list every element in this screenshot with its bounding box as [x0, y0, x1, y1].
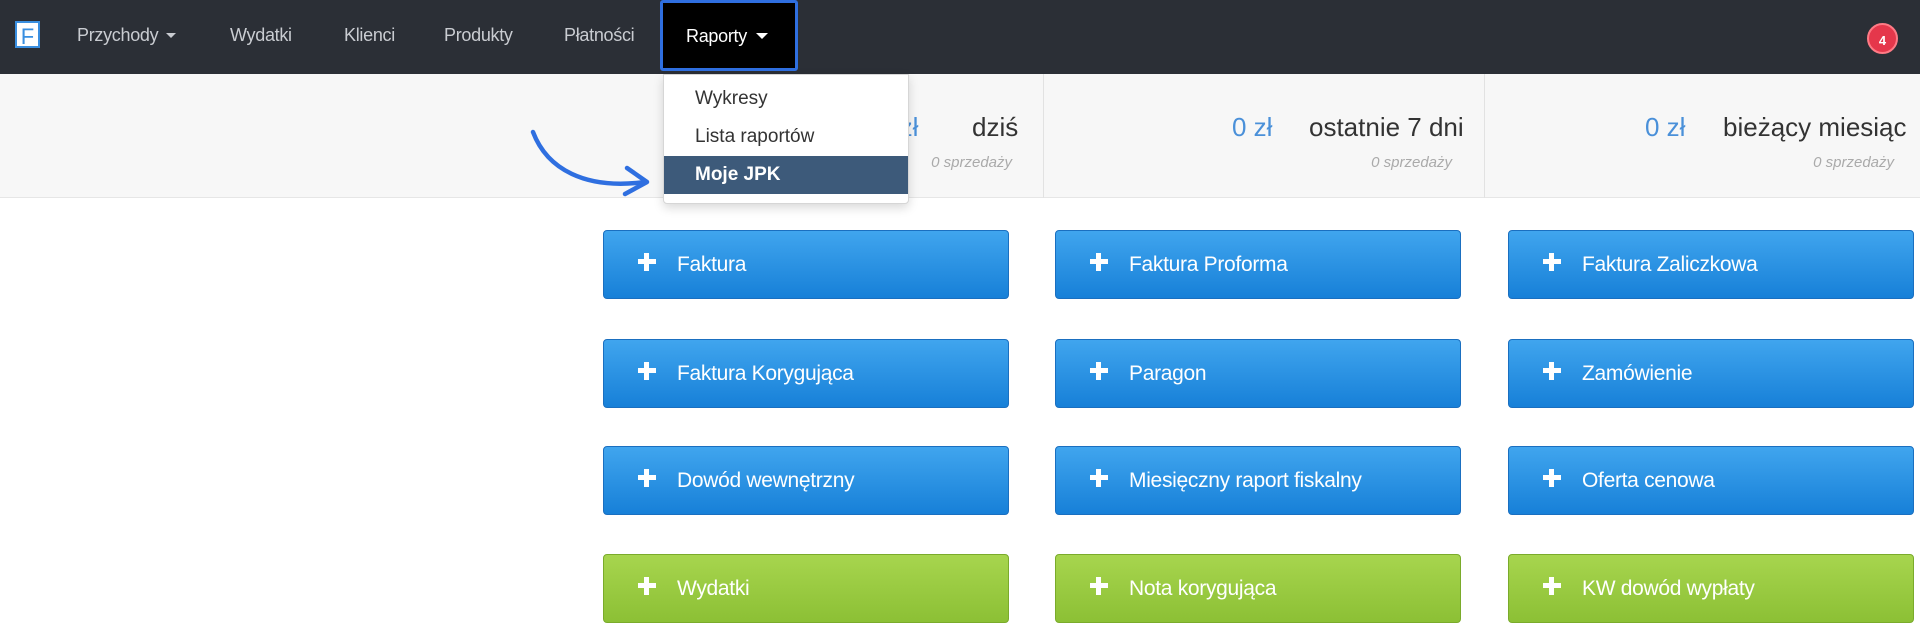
button-label: Faktura Korygująca [677, 362, 854, 385]
plus-icon [1543, 469, 1561, 487]
plus-icon [1543, 577, 1561, 595]
raporty-dropdown-menu: Wykresy Lista raportów Moje JPK [663, 74, 909, 204]
button-label: Faktura Zaliczkowa [1582, 253, 1758, 276]
stat-month-label: bieżący miesiąc [1723, 112, 1907, 142]
stat-today-sales: 0 sprzedaży [931, 154, 1012, 171]
nav-item-produkty[interactable]: Produkty [444, 0, 513, 70]
divider [1484, 74, 1485, 198]
nav-item-label: Produkty [444, 25, 513, 45]
plus-icon [638, 253, 656, 271]
add-faktura-proforma-button[interactable]: Faktura Proforma [1055, 230, 1461, 299]
menu-item-moje-jpk[interactable]: Moje JPK [664, 156, 908, 194]
stat-month-amount: 0 zł [1645, 112, 1686, 142]
add-miesieczny-raport-fiskalny-button[interactable]: Miesięczny raport fiskalny [1055, 446, 1461, 515]
app-logo-icon[interactable]: F [15, 21, 40, 49]
menu-item-wykresy[interactable]: Wykresy [664, 80, 908, 118]
button-label: Faktura Proforma [1129, 253, 1288, 276]
add-nota-korygujaca-button[interactable]: Nota korygująca [1055, 554, 1461, 623]
annotation-arrow-icon [530, 129, 650, 197]
nav-item-platnosci[interactable]: Płatności [564, 0, 635, 70]
menu-item-lista-raportow[interactable]: Lista raportów [664, 118, 908, 156]
plus-icon [1090, 253, 1108, 271]
nav-item-label: Wydatki [230, 25, 292, 45]
caret-down-icon [166, 32, 177, 38]
add-wydatki-button[interactable]: Wydatki [603, 554, 1009, 623]
top-navbar: F Przychody Wydatki Klienci Produkty Pła… [0, 0, 1920, 74]
stat-7days-amount: 0 zł [1232, 112, 1273, 142]
button-label: Miesięczny raport fiskalny [1129, 469, 1362, 492]
stat-today-label: dziś [972, 112, 1019, 142]
plus-icon [1090, 469, 1108, 487]
add-oferta-cenowa-button[interactable]: Oferta cenowa [1508, 446, 1914, 515]
stat-7days-label: ostatnie 7 dni [1309, 112, 1464, 142]
plus-icon [638, 362, 656, 380]
add-zamowienie-button[interactable]: Zamówienie [1508, 339, 1914, 408]
nav-item-label: Płatności [564, 25, 635, 45]
nav-item-przychody[interactable]: Przychody [77, 0, 177, 70]
button-label: Nota korygująca [1129, 577, 1277, 600]
divider [1043, 74, 1044, 198]
plus-icon [1543, 362, 1561, 380]
notification-badge[interactable]: 4 [1867, 23, 1898, 54]
plus-icon [1543, 253, 1561, 271]
add-dowod-wewnetrzny-button[interactable]: Dowód wewnętrzny [603, 446, 1009, 515]
button-label: Faktura [677, 253, 747, 276]
nav-item-label: Raporty [686, 26, 747, 46]
stat-month-sales: 0 sprzedaży [1813, 154, 1894, 171]
button-label: Dowód wewnętrzny [677, 469, 855, 492]
stat-7days-sales: 0 sprzedaży [1371, 154, 1452, 171]
nav-item-wydatki[interactable]: Wydatki [230, 0, 292, 70]
plus-icon [638, 469, 656, 487]
plus-icon [1090, 362, 1108, 380]
caret-down-icon [755, 33, 768, 40]
add-paragon-button[interactable]: Paragon [1055, 339, 1461, 408]
nav-item-raporty[interactable]: Raporty [660, 0, 798, 71]
add-faktura-korygujaca-button[interactable]: Faktura Korygująca [603, 339, 1009, 408]
nav-item-label: Przychody [77, 25, 159, 45]
plus-icon [1090, 577, 1108, 595]
nav-item-label: Klienci [344, 25, 395, 45]
add-faktura-zaliczkowa-button[interactable]: Faktura Zaliczkowa [1508, 230, 1914, 299]
nav-item-klienci[interactable]: Klienci [344, 0, 395, 70]
button-label: KW dowód wypłaty [1582, 577, 1755, 600]
sales-summary: 0 zł dziś 0 sprzedaży 0 zł ostatnie 7 dn… [0, 74, 1920, 198]
add-faktura-button[interactable]: Faktura [603, 230, 1009, 299]
add-kw-dowod-wyplaty-button[interactable]: KW dowód wypłaty [1508, 554, 1914, 623]
button-label: Oferta cenowa [1582, 469, 1715, 492]
button-label: Zamówienie [1582, 362, 1693, 385]
button-label: Paragon [1129, 362, 1207, 385]
plus-icon [638, 577, 656, 595]
button-label: Wydatki [677, 577, 750, 600]
